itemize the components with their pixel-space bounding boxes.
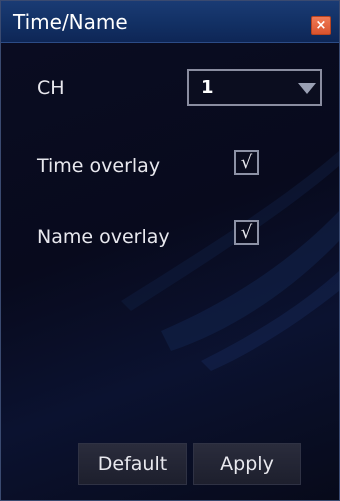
name-overlay-label: Name overlay [37, 226, 170, 248]
dialog-title: Time/Name [13, 10, 128, 34]
close-icon: × [315, 18, 327, 33]
channel-select[interactable]: 1 [187, 69, 322, 106]
time-name-dialog: Time/Name × CH 1 Time overlay √ Name ove… [0, 0, 340, 501]
channel-label: CH [37, 77, 65, 99]
name-overlay-checkbox[interactable]: √ [234, 220, 259, 245]
time-overlay-checkbox[interactable]: √ [234, 150, 259, 175]
title-bar: Time/Name × [1, 1, 339, 43]
chevron-down-icon [298, 83, 316, 94]
apply-button[interactable]: Apply [193, 443, 301, 485]
default-button[interactable]: Default [78, 443, 187, 485]
checkmark-icon: √ [240, 222, 253, 243]
time-overlay-label: Time overlay [37, 155, 161, 177]
channel-value: 1 [201, 77, 214, 98]
checkmark-icon: √ [240, 152, 253, 173]
close-button[interactable]: × [311, 16, 331, 35]
